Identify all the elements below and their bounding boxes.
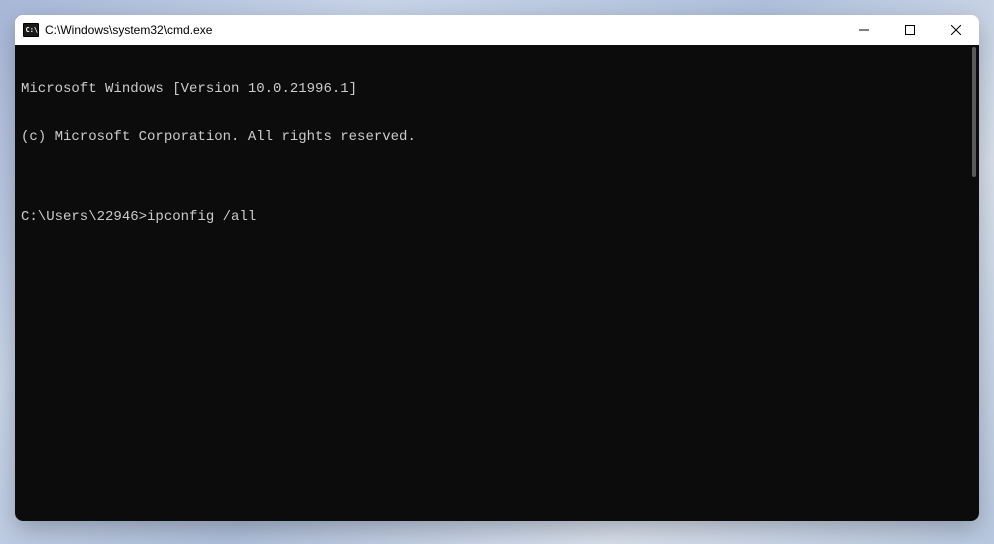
window-title: C:\Windows\system32\cmd.exe bbox=[45, 23, 841, 37]
close-button[interactable] bbox=[933, 15, 979, 45]
terminal-output-line: (c) Microsoft Corporation. All rights re… bbox=[21, 129, 973, 145]
titlebar[interactable]: C:\ C:\Windows\system32\cmd.exe bbox=[15, 15, 979, 45]
prompt-text: C:\Users\22946> bbox=[21, 209, 147, 225]
terminal-output-line: Microsoft Windows [Version 10.0.21996.1] bbox=[21, 81, 973, 97]
command-text: ipconfig /all bbox=[147, 209, 256, 225]
cmd-window: C:\ C:\Windows\system32\cmd.exe Microsof… bbox=[15, 15, 979, 521]
cmd-icon: C:\ bbox=[23, 22, 39, 38]
scrollbar-thumb[interactable] bbox=[972, 47, 976, 177]
maximize-button[interactable] bbox=[887, 15, 933, 45]
vertical-scrollbar[interactable] bbox=[963, 45, 979, 521]
terminal-prompt-line: C:\Users\22946>ipconfig /all bbox=[21, 209, 973, 225]
svg-text:C:\: C:\ bbox=[26, 26, 39, 34]
minimize-button[interactable] bbox=[841, 15, 887, 45]
terminal-content[interactable]: Microsoft Windows [Version 10.0.21996.1]… bbox=[15, 45, 979, 521]
window-controls bbox=[841, 15, 979, 45]
